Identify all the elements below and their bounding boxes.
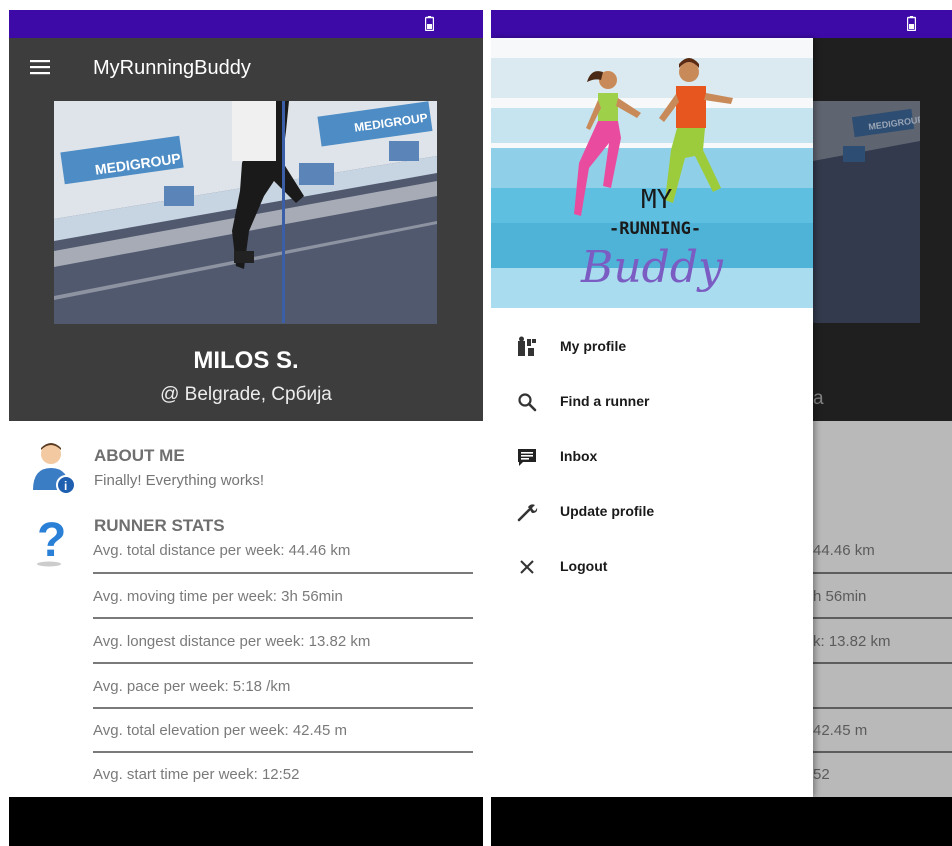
search-icon [518,393,537,412]
stat-row-elevation: Avg. total elevation per week: 42.45 m [93,722,348,739]
stat-row-moving-time: Avg. moving time per week: 3h 56min [93,588,343,605]
drawer-item-label: My profile [560,338,627,354]
divider [93,751,473,753]
divider [93,572,473,574]
profile-screen: MyRunningBuddy MEDIGROUP MEDIGROUP MILOS… [9,10,483,846]
navigation-bar [491,797,952,846]
battery-icon [425,16,434,31]
dimmed-stat: k: 13.82 km [813,633,891,650]
app-bar: MyRunningBuddy [9,38,483,94]
user-info-icon: i [33,443,76,495]
drawer-item-label: Find a runner [560,393,650,409]
logo-running: -RUNNING- [609,219,701,239]
runner-stats-title: RUNNER STATS [94,516,225,535]
status-bar [491,10,952,38]
divider [813,662,952,664]
dimmed-location-fragment: a [813,388,824,409]
drawer-item-label: Update profile [560,503,655,519]
dimmed-stat: 52 [813,766,830,783]
runner-location: @ Belgrade, Србија [160,384,332,405]
divider [93,662,473,664]
drawer-item-find-runner[interactable]: Find a runner [491,382,813,422]
drawer-item-update-profile[interactable]: Update profile [491,492,813,532]
inbox-icon [518,449,536,466]
divider [813,572,952,574]
about-me-title: ABOUT ME [94,446,185,465]
stat-row-longest-distance: Avg. longest distance per week: 13.82 km [93,633,371,650]
dimmed-stat: h 56min [813,588,867,605]
wrench-icon [517,504,538,522]
status-bar [9,10,483,38]
drawer-header-logo: MY -RUNNING- Buddy [491,38,813,308]
logo-my: MY [641,185,673,215]
about-me-text: Finally! Everything works! [94,472,265,489]
svg-text:?: ? [37,514,66,567]
drawer-item-inbox[interactable]: Inbox [491,437,813,477]
stat-row-pace: Avg. pace per week: 5:18 /km [93,678,291,695]
svg-text:i: i [64,479,67,493]
logo-buddy: Buddy [580,242,724,293]
drawer-item-label: Inbox [560,448,598,464]
profile-header: MEDIGROUP MEDIGROUP MILOS S. @ Belgrade,… [9,94,483,421]
divider [813,751,952,753]
question-mark-icon: ? [37,514,66,567]
hamburger-menu-icon[interactable] [30,59,50,75]
stat-row-start-time: Avg. start time per week: 12:52 [93,766,300,783]
divider [813,707,952,709]
drawer-item-label: Logout [560,558,608,574]
divider [813,617,952,619]
close-icon [520,560,534,574]
navigation-drawer: MY -RUNNING- Buddy My profile Find a run… [491,38,813,797]
profile-cover-photo: MEDIGROUP MEDIGROUP [54,101,437,324]
stat-row-total-distance: Avg. total distance per week: 44.46 km [93,542,351,559]
dimmed-stat: 44.46 km [813,542,875,559]
divider [93,707,473,709]
drawer-item-my-profile[interactable]: My profile [491,327,813,367]
battery-icon [907,16,916,31]
divider [93,617,473,619]
navigation-bar [9,797,483,846]
profile-icon [518,336,536,356]
dimmed-cover-photo: MEDIGROUP [813,101,920,323]
drawer-screen: MEDIGROUP a 44.46 km h 56min k: 13.82 km… [491,10,952,846]
runner-name: MILOS S. [193,347,299,374]
drawer-item-logout[interactable]: Logout [491,547,813,587]
dimmed-stat: 42.45 m [813,722,868,739]
app-title: MyRunningBuddy [93,57,251,79]
